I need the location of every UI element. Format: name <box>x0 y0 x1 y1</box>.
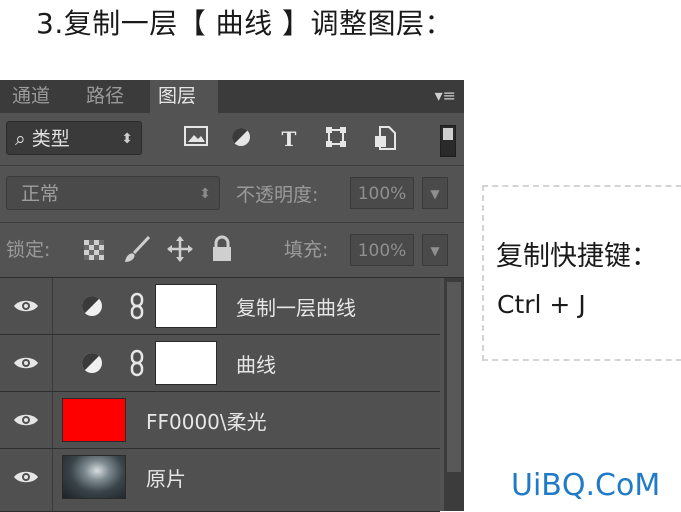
adjustment-layer-icon <box>82 353 102 373</box>
lock-transparent-icon[interactable] <box>82 235 108 265</box>
updown-arrow-icon: ⬍ <box>199 186 211 202</box>
search-icon: ⌕ <box>15 128 26 150</box>
lock-move-icon[interactable] <box>166 235 193 265</box>
type-filter-icon[interactable]: T <box>276 126 302 152</box>
blend-row: 正常 ⬍ 不透明度: 100% ▼ <box>0 166 464 223</box>
scrollbar-thumb[interactable] <box>447 282 461 472</box>
eye-icon <box>14 357 38 369</box>
eye-icon <box>14 414 38 426</box>
lock-label: 锁定: <box>6 239 51 261</box>
fill-dropdown-icon[interactable]: ▼ <box>422 234 448 266</box>
layer-row[interactable]: 曲线 <box>0 335 440 392</box>
layer-name[interactable]: 原片 <box>146 463 186 492</box>
visibility-toggle[interactable] <box>0 335 53 391</box>
tab-channels[interactable]: 通道 <box>4 80 58 113</box>
opacity-dropdown-icon[interactable]: ▼ <box>422 177 448 209</box>
watermark: UiBQ.CoM <box>511 468 661 503</box>
layer-color-thumbnail[interactable] <box>62 398 126 442</box>
tab-layers[interactable]: 图层 <box>150 80 218 113</box>
visibility-toggle[interactable] <box>0 392 53 448</box>
opacity-label: 不透明度: <box>236 184 319 206</box>
eye-icon <box>14 300 38 312</box>
blend-mode-value: 正常 <box>21 183 60 205</box>
tip-title: 复制快捷键： <box>496 241 658 272</box>
layers-list: 复制一层曲线 曲线 FF0000\柔光 原片 <box>0 278 464 512</box>
adjustment-layer-icon <box>82 296 102 316</box>
adjustment-filter-icon[interactable] <box>228 126 254 152</box>
lock-all-icon[interactable] <box>210 235 236 265</box>
tip-box <box>482 185 681 361</box>
shape-filter-icon[interactable] <box>323 126 349 152</box>
layer-mask-thumbnail[interactable] <box>155 284 217 328</box>
panel-menu-icon[interactable]: ▾≡ <box>435 86 456 105</box>
filter-row: ⌕ 类型 ⬍ T <box>0 113 464 166</box>
step-title: 3.复制一层【 曲线 】调整图层： <box>36 7 454 40</box>
eye-icon <box>14 471 38 483</box>
updown-arrow-icon: ⬍ <box>121 131 133 147</box>
panel-tabbar: 通道 路径 图层 ▾≡ <box>0 80 464 113</box>
smart-object-filter-icon[interactable] <box>372 126 398 152</box>
link-icon[interactable] <box>130 349 144 377</box>
layer-name[interactable]: 曲线 <box>236 349 276 378</box>
blend-mode-select[interactable]: 正常 ⬍ <box>6 176 220 210</box>
layers-scrollbar[interactable] <box>444 278 464 511</box>
link-icon[interactable] <box>130 292 144 320</box>
visibility-toggle[interactable] <box>0 449 53 511</box>
filter-kind-select[interactable]: ⌕ 类型 ⬍ <box>6 121 142 155</box>
tab-paths[interactable]: 路径 <box>78 80 132 113</box>
layer-photo-thumbnail[interactable] <box>62 455 126 499</box>
layer-row[interactable]: 复制一层曲线 <box>0 278 440 335</box>
filter-toggle[interactable] <box>440 125 456 157</box>
lock-row: 锁定: 填充: 100% ▼ <box>0 223 464 278</box>
fill-input[interactable]: 100% <box>350 234 414 266</box>
tip-shortcut: Ctrl + J <box>497 290 586 319</box>
opacity-input[interactable]: 100% <box>350 177 414 209</box>
image-filter-icon[interactable] <box>183 126 209 152</box>
layers-panel: 通道 路径 图层 ▾≡ ⌕ 类型 ⬍ T 正常 ⬍ 不透明度: 100% ▼ 锁… <box>0 80 464 512</box>
layer-row[interactable]: 原片 <box>0 449 440 512</box>
layer-name[interactable]: 复制一层曲线 <box>236 292 356 321</box>
layer-mask-thumbnail[interactable] <box>155 341 217 385</box>
layer-row[interactable]: FF0000\柔光 <box>0 392 440 449</box>
fill-label: 填充: <box>284 239 329 261</box>
lock-brush-icon[interactable] <box>122 235 151 265</box>
layer-name[interactable]: FF0000\柔光 <box>146 406 267 435</box>
visibility-toggle[interactable] <box>0 278 53 334</box>
filter-kind-label: 类型 <box>31 128 70 150</box>
